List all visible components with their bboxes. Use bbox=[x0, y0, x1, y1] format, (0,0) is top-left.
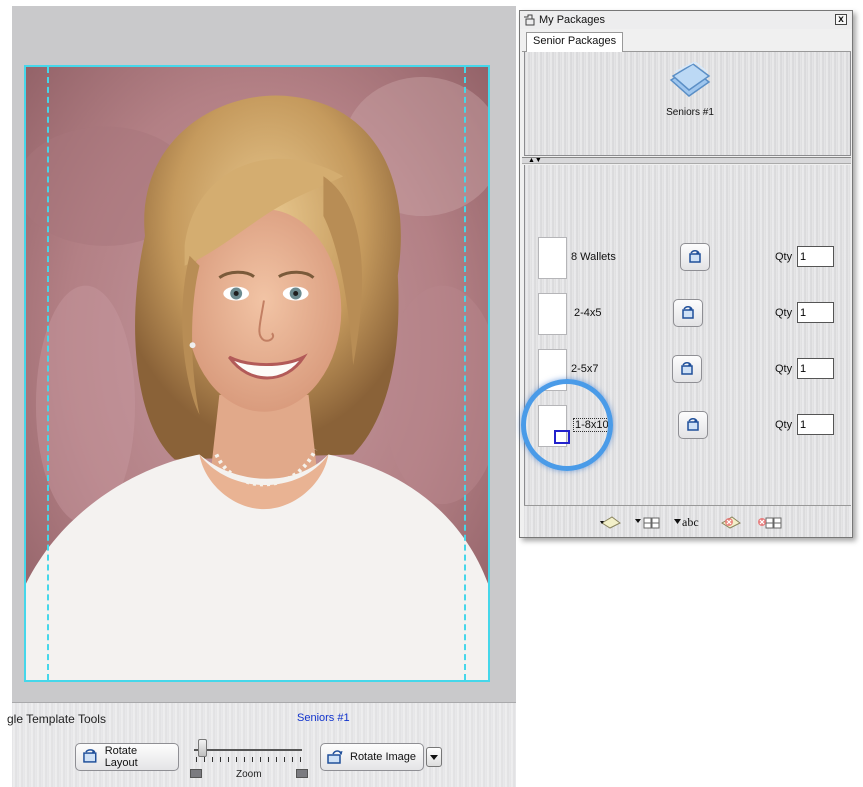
rotate-icon bbox=[681, 362, 693, 375]
close-button[interactable]: x bbox=[835, 14, 847, 25]
photo-frame[interactable] bbox=[24, 65, 490, 682]
zoom-label: Zoom bbox=[236, 769, 262, 780]
qty-input[interactable] bbox=[797, 414, 834, 435]
window-title: My Packages bbox=[539, 14, 606, 26]
package-label: Seniors #1 bbox=[666, 107, 714, 118]
rename-button[interactable]: abc bbox=[674, 514, 699, 530]
package-item-list: 8 Wallets Qty 2-4x5 Qty bbox=[521, 165, 852, 505]
pane-splitter[interactable]: ▲▼ bbox=[522, 157, 851, 164]
rotate-layout-icon bbox=[83, 749, 97, 763]
template-tools-bar: gle Template Tools Seniors #1 Rotate Lay… bbox=[7, 702, 516, 787]
item-label: 2-4x5 bbox=[574, 307, 602, 319]
qty-label: Qty bbox=[775, 363, 793, 375]
rotate-layout-button[interactable]: Rotate Layout bbox=[75, 743, 179, 771]
zoom-thumb[interactable] bbox=[198, 739, 207, 757]
delete-package-icon bbox=[721, 516, 741, 529]
package-gallery: Seniors #1 bbox=[524, 52, 851, 156]
qty-label: Qty bbox=[775, 251, 793, 263]
list-item[interactable]: 1-8x10 Qty bbox=[521, 379, 852, 471]
tab-senior-packages[interactable]: Senior Packages bbox=[526, 32, 624, 52]
template-tools-title: gle Template Tools bbox=[7, 712, 106, 726]
qty-label: Qty bbox=[775, 307, 793, 319]
package-seniors-1[interactable]: Seniors #1 bbox=[655, 61, 725, 118]
portrait-photo bbox=[26, 67, 488, 680]
qty-input[interactable] bbox=[797, 246, 834, 267]
window-titlebar[interactable]: My Packages x bbox=[520, 11, 852, 29]
zoom-ticks bbox=[196, 757, 306, 762]
zoom-slider[interactable]: Zoom bbox=[190, 739, 312, 784]
rotate-image-icon bbox=[327, 750, 343, 764]
template-editor: gle Template Tools Seniors #1 Rotate Lay… bbox=[7, 6, 516, 787]
package-toolbar: abc bbox=[524, 505, 851, 537]
new-package-icon bbox=[600, 516, 621, 529]
highlight-callout-ring bbox=[521, 379, 613, 471]
rotate-icon bbox=[682, 306, 694, 319]
rotate-icon bbox=[687, 418, 699, 431]
my-packages-window: My Packages x Senior Packages Seniors #1… bbox=[519, 10, 853, 538]
qty-label: Qty bbox=[775, 419, 793, 431]
rotate-image-menu-button[interactable] bbox=[426, 747, 442, 767]
new-package-button[interactable] bbox=[600, 514, 622, 530]
qty-input[interactable] bbox=[797, 302, 834, 323]
rotate-image-label: Rotate Image bbox=[350, 751, 417, 763]
safe-area-guide-left bbox=[47, 67, 49, 680]
list-item[interactable]: 2-4x5 Qty bbox=[525, 293, 852, 339]
rotate-icon bbox=[689, 250, 701, 263]
package-stack-icon bbox=[669, 61, 711, 97]
rotate-layout-label: Rotate Layout bbox=[104, 745, 138, 769]
package-tabs: Senior Packages bbox=[522, 30, 851, 52]
item-label: 2-5x7 bbox=[571, 363, 599, 375]
window-icon bbox=[524, 14, 535, 26]
add-item-button[interactable] bbox=[635, 514, 661, 530]
rotate-image-button[interactable]: Rotate Image bbox=[320, 743, 424, 771]
item-thumbnail bbox=[538, 293, 567, 335]
zoom-out-icon[interactable] bbox=[190, 769, 202, 778]
current-package-link[interactable]: Seniors #1 bbox=[297, 712, 350, 724]
item-thumbnail bbox=[538, 237, 567, 279]
item-label: 8 Wallets bbox=[571, 251, 616, 263]
chevron-down-icon bbox=[430, 754, 438, 760]
list-item[interactable]: 8 Wallets Qty bbox=[525, 237, 852, 283]
qty-input[interactable] bbox=[797, 358, 834, 379]
rename-icon bbox=[674, 519, 681, 524]
close-icon: x bbox=[838, 13, 844, 25]
rotate-item-button[interactable] bbox=[680, 243, 710, 271]
safe-area-guide-right bbox=[464, 67, 466, 680]
rotate-item-button[interactable] bbox=[672, 355, 702, 383]
rotate-item-button[interactable] bbox=[678, 411, 708, 439]
rotate-item-button[interactable] bbox=[673, 299, 703, 327]
collapse-arrows-icon[interactable]: ▲▼ bbox=[528, 157, 542, 164]
delete-package-button[interactable] bbox=[720, 514, 742, 530]
zoom-track bbox=[194, 749, 302, 751]
rename-label: abc bbox=[682, 514, 699, 529]
remove-item-button[interactable] bbox=[757, 514, 783, 530]
add-item-icon bbox=[635, 517, 660, 529]
remove-item-icon bbox=[758, 517, 782, 529]
zoom-in-icon[interactable] bbox=[296, 769, 308, 778]
